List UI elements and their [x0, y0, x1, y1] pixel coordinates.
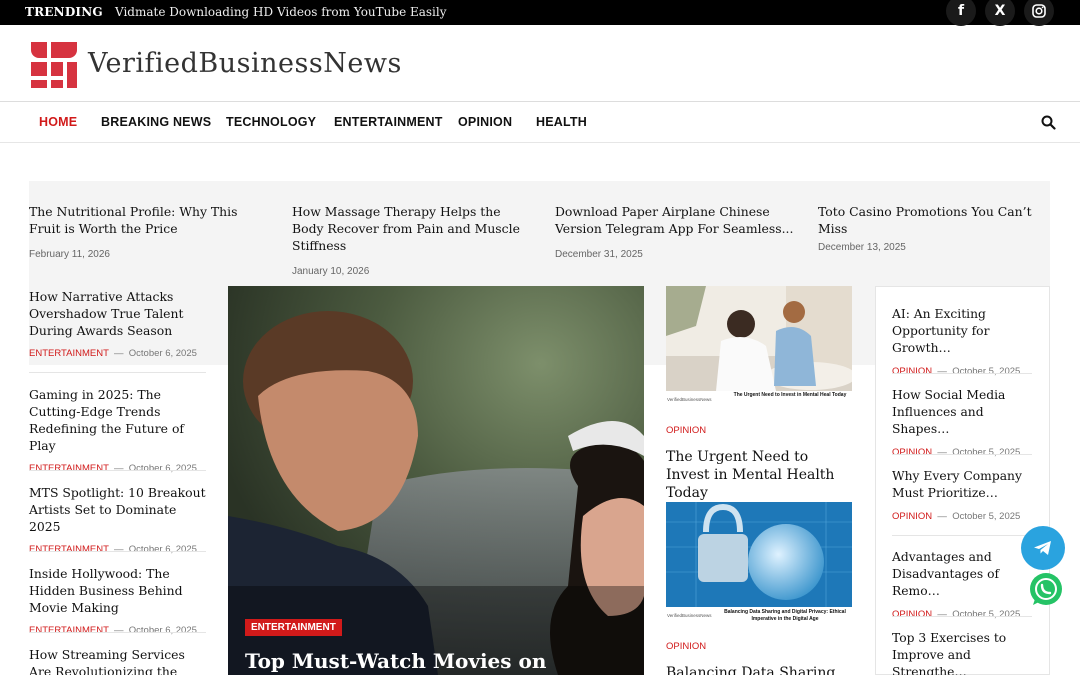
post-date: October 5, 2025 [952, 609, 1021, 620]
list-item[interactable]: How Streaming Services Are Revolutionizi… [29, 646, 206, 675]
sidebar-post-meta: OPINION — October 5, 2025 [892, 447, 1021, 458]
category-link[interactable]: OPINION [892, 447, 932, 458]
sidebar-post[interactable]: Advantages and Disadvantages of Remo… OP… [892, 549, 1034, 620]
divider [892, 535, 1032, 536]
divider [29, 372, 206, 373]
sidebar-post-meta: OPINION — October 5, 2025 [892, 366, 1021, 377]
featured-title[interactable]: Download Paper Airplane Chinese Version … [555, 203, 795, 237]
list-item-meta: ENTERTAINMENT — October 6, 2025 [29, 463, 197, 474]
nav-entertainment[interactable]: ENTERTAINMENT [334, 115, 443, 129]
post-date: October 6, 2025 [128, 544, 197, 555]
article-category[interactable]: OPINION [666, 641, 706, 652]
article-category[interactable]: OPINION [666, 425, 706, 436]
article-title[interactable]: The Urgent Need to Invest in Mental Heal… [666, 448, 852, 502]
list-item[interactable]: How Narrative Attacks Overshadow True Ta… [29, 288, 206, 359]
article-title[interactable]: Balancing Data Sharing and [666, 664, 852, 675]
list-item-meta: ENTERTAINMENT — October 6, 2025 [29, 625, 197, 636]
post-date: October 5, 2025 [952, 366, 1021, 377]
list-item[interactable]: Inside Hollywood: The Hidden Business Be… [29, 565, 206, 636]
featured-date: February 11, 2026 [29, 249, 110, 260]
category-link[interactable]: ENTERTAINMENT [29, 625, 109, 636]
whatsapp-icon[interactable] [1027, 571, 1065, 609]
sidebar-post-title[interactable]: Top 3 Exercises to Improve and Strengthe… [892, 630, 1034, 675]
category-link[interactable]: ENTERTAINMENT [29, 544, 109, 555]
sidebar-post-title[interactable]: Why Every Company Must Prioritize… [892, 468, 1034, 502]
site-title[interactable]: VerifiedBusinessNews [88, 48, 402, 79]
nav-health[interactable]: HEALTH [536, 115, 587, 129]
instagram-icon[interactable] [1024, 0, 1054, 26]
main-nav: HOME BREAKING NEWS TECHNOLOGY ENTERTAINM… [0, 101, 1080, 143]
featured-title[interactable]: The Nutritional Profile: Why This Fruit … [29, 203, 269, 237]
featured-title[interactable]: Toto Casino Promotions You Can’t Miss [818, 203, 1043, 237]
post-date: October 6, 2025 [128, 348, 197, 359]
list-item[interactable]: Gaming in 2025: The Cutting-Edge Trends … [29, 386, 206, 474]
category-link[interactable]: OPINION [892, 511, 932, 522]
sidebar-post[interactable]: Top 3 Exercises to Improve and Strengthe… [892, 630, 1034, 675]
post-date: October 5, 2025 [952, 511, 1021, 522]
list-item-title[interactable]: MTS Spotlight: 10 Breakout Artists Set t… [29, 484, 206, 535]
trending-link[interactable]: Vidmate Downloading HD Videos from YouTu… [115, 5, 447, 19]
list-item-title[interactable]: Gaming in 2025: The Cutting-Edge Trends … [29, 386, 206, 454]
trending-bar: TRENDING Vidmate Downloading HD Videos f… [0, 0, 1080, 26]
sidebar-post[interactable]: AI: An Exciting Opportunity for Growth… … [892, 306, 1034, 377]
hero-title[interactable]: Top Must-Watch Movies on [245, 649, 635, 673]
nav-technology[interactable]: TECHNOLOGY [226, 115, 316, 129]
hero-category-badge[interactable]: ENTERTAINMENT [245, 619, 342, 636]
article-thumbnail[interactable]: VerifiedBusinessNews Balancing Data Shar… [666, 502, 852, 624]
category-link[interactable]: ENTERTAINMENT [29, 463, 109, 474]
divider [892, 454, 1032, 455]
divider [29, 632, 206, 633]
list-item[interactable]: MTS Spotlight: 10 Breakout Artists Set t… [29, 484, 206, 555]
sidebar-post-title[interactable]: Advantages and Disadvantages of Remo… [892, 549, 1034, 600]
thumbnail-brand: VerifiedBusinessNews [667, 397, 712, 402]
thumbnail-caption: The Urgent Need to Invest in Mental Heal… [733, 392, 847, 398]
search-icon[interactable] [1041, 115, 1056, 135]
featured-date: December 31, 2025 [555, 249, 643, 260]
sidebar-post-meta: OPINION — October 5, 2025 [892, 609, 1021, 620]
divider [29, 470, 206, 471]
site-logo[interactable] [29, 40, 79, 90]
x-icon[interactable]: X [985, 0, 1015, 26]
post-date: October 6, 2025 [128, 625, 197, 636]
category-link[interactable]: OPINION [892, 609, 932, 620]
list-item-title[interactable]: How Streaming Services Are Revolutionizi… [29, 646, 206, 675]
divider [892, 616, 1032, 617]
hero-image[interactable] [228, 286, 644, 675]
sidebar-post[interactable]: Why Every Company Must Prioritize… OPINI… [892, 468, 1034, 522]
facebook-icon[interactable]: f [946, 0, 976, 26]
sidebar-post-meta: OPINION — October 5, 2025 [892, 511, 1021, 522]
thumbnail-caption: Balancing Data Sharing and Digital Priva… [724, 609, 846, 622]
sidebar-post[interactable]: How Social Media Influences and Shapes… … [892, 387, 1034, 458]
category-link[interactable]: ENTERTAINMENT [29, 348, 109, 359]
divider [892, 373, 1032, 374]
sidebar-post-title[interactable]: AI: An Exciting Opportunity for Growth… [892, 306, 1034, 357]
thumbnail-brand: VerifiedBusinessNews [667, 613, 712, 618]
list-item-title[interactable]: Inside Hollywood: The Hidden Business Be… [29, 565, 206, 616]
list-item-meta: ENTERTAINMENT — October 6, 2025 [29, 348, 197, 359]
article-thumbnail[interactable]: VerifiedBusinessNews The Urgent Need to … [666, 286, 852, 408]
nav-breaking-news[interactable]: BREAKING NEWS [101, 115, 211, 129]
featured-card[interactable]: How Massage Therapy Helps the Body Recov… [292, 203, 532, 277]
logo-mark-icon [31, 42, 77, 88]
post-date: October 6, 2025 [128, 463, 197, 474]
featured-date: December 13, 2025 [818, 242, 906, 253]
nav-home[interactable]: HOME [39, 115, 77, 129]
featured-card[interactable]: Download Paper Airplane Chinese Version … [555, 203, 795, 260]
telegram-icon[interactable] [1021, 526, 1065, 570]
featured-title[interactable]: How Massage Therapy Helps the Body Recov… [292, 203, 532, 254]
sidebar-post-title[interactable]: How Social Media Influences and Shapes… [892, 387, 1034, 438]
post-date: October 5, 2025 [952, 447, 1021, 458]
trending-label: TRENDING [25, 5, 103, 19]
list-item-title[interactable]: How Narrative Attacks Overshadow True Ta… [29, 288, 206, 339]
nav-opinion[interactable]: OPINION [458, 115, 512, 129]
featured-card[interactable]: The Nutritional Profile: Why This Fruit … [29, 203, 269, 260]
category-link[interactable]: OPINION [892, 366, 932, 377]
featured-card[interactable]: Toto Casino Promotions You Can’t Miss De… [818, 203, 1043, 253]
list-item-meta: ENTERTAINMENT — October 6, 2025 [29, 544, 197, 555]
divider [29, 551, 206, 552]
featured-date: January 10, 2026 [292, 266, 370, 277]
